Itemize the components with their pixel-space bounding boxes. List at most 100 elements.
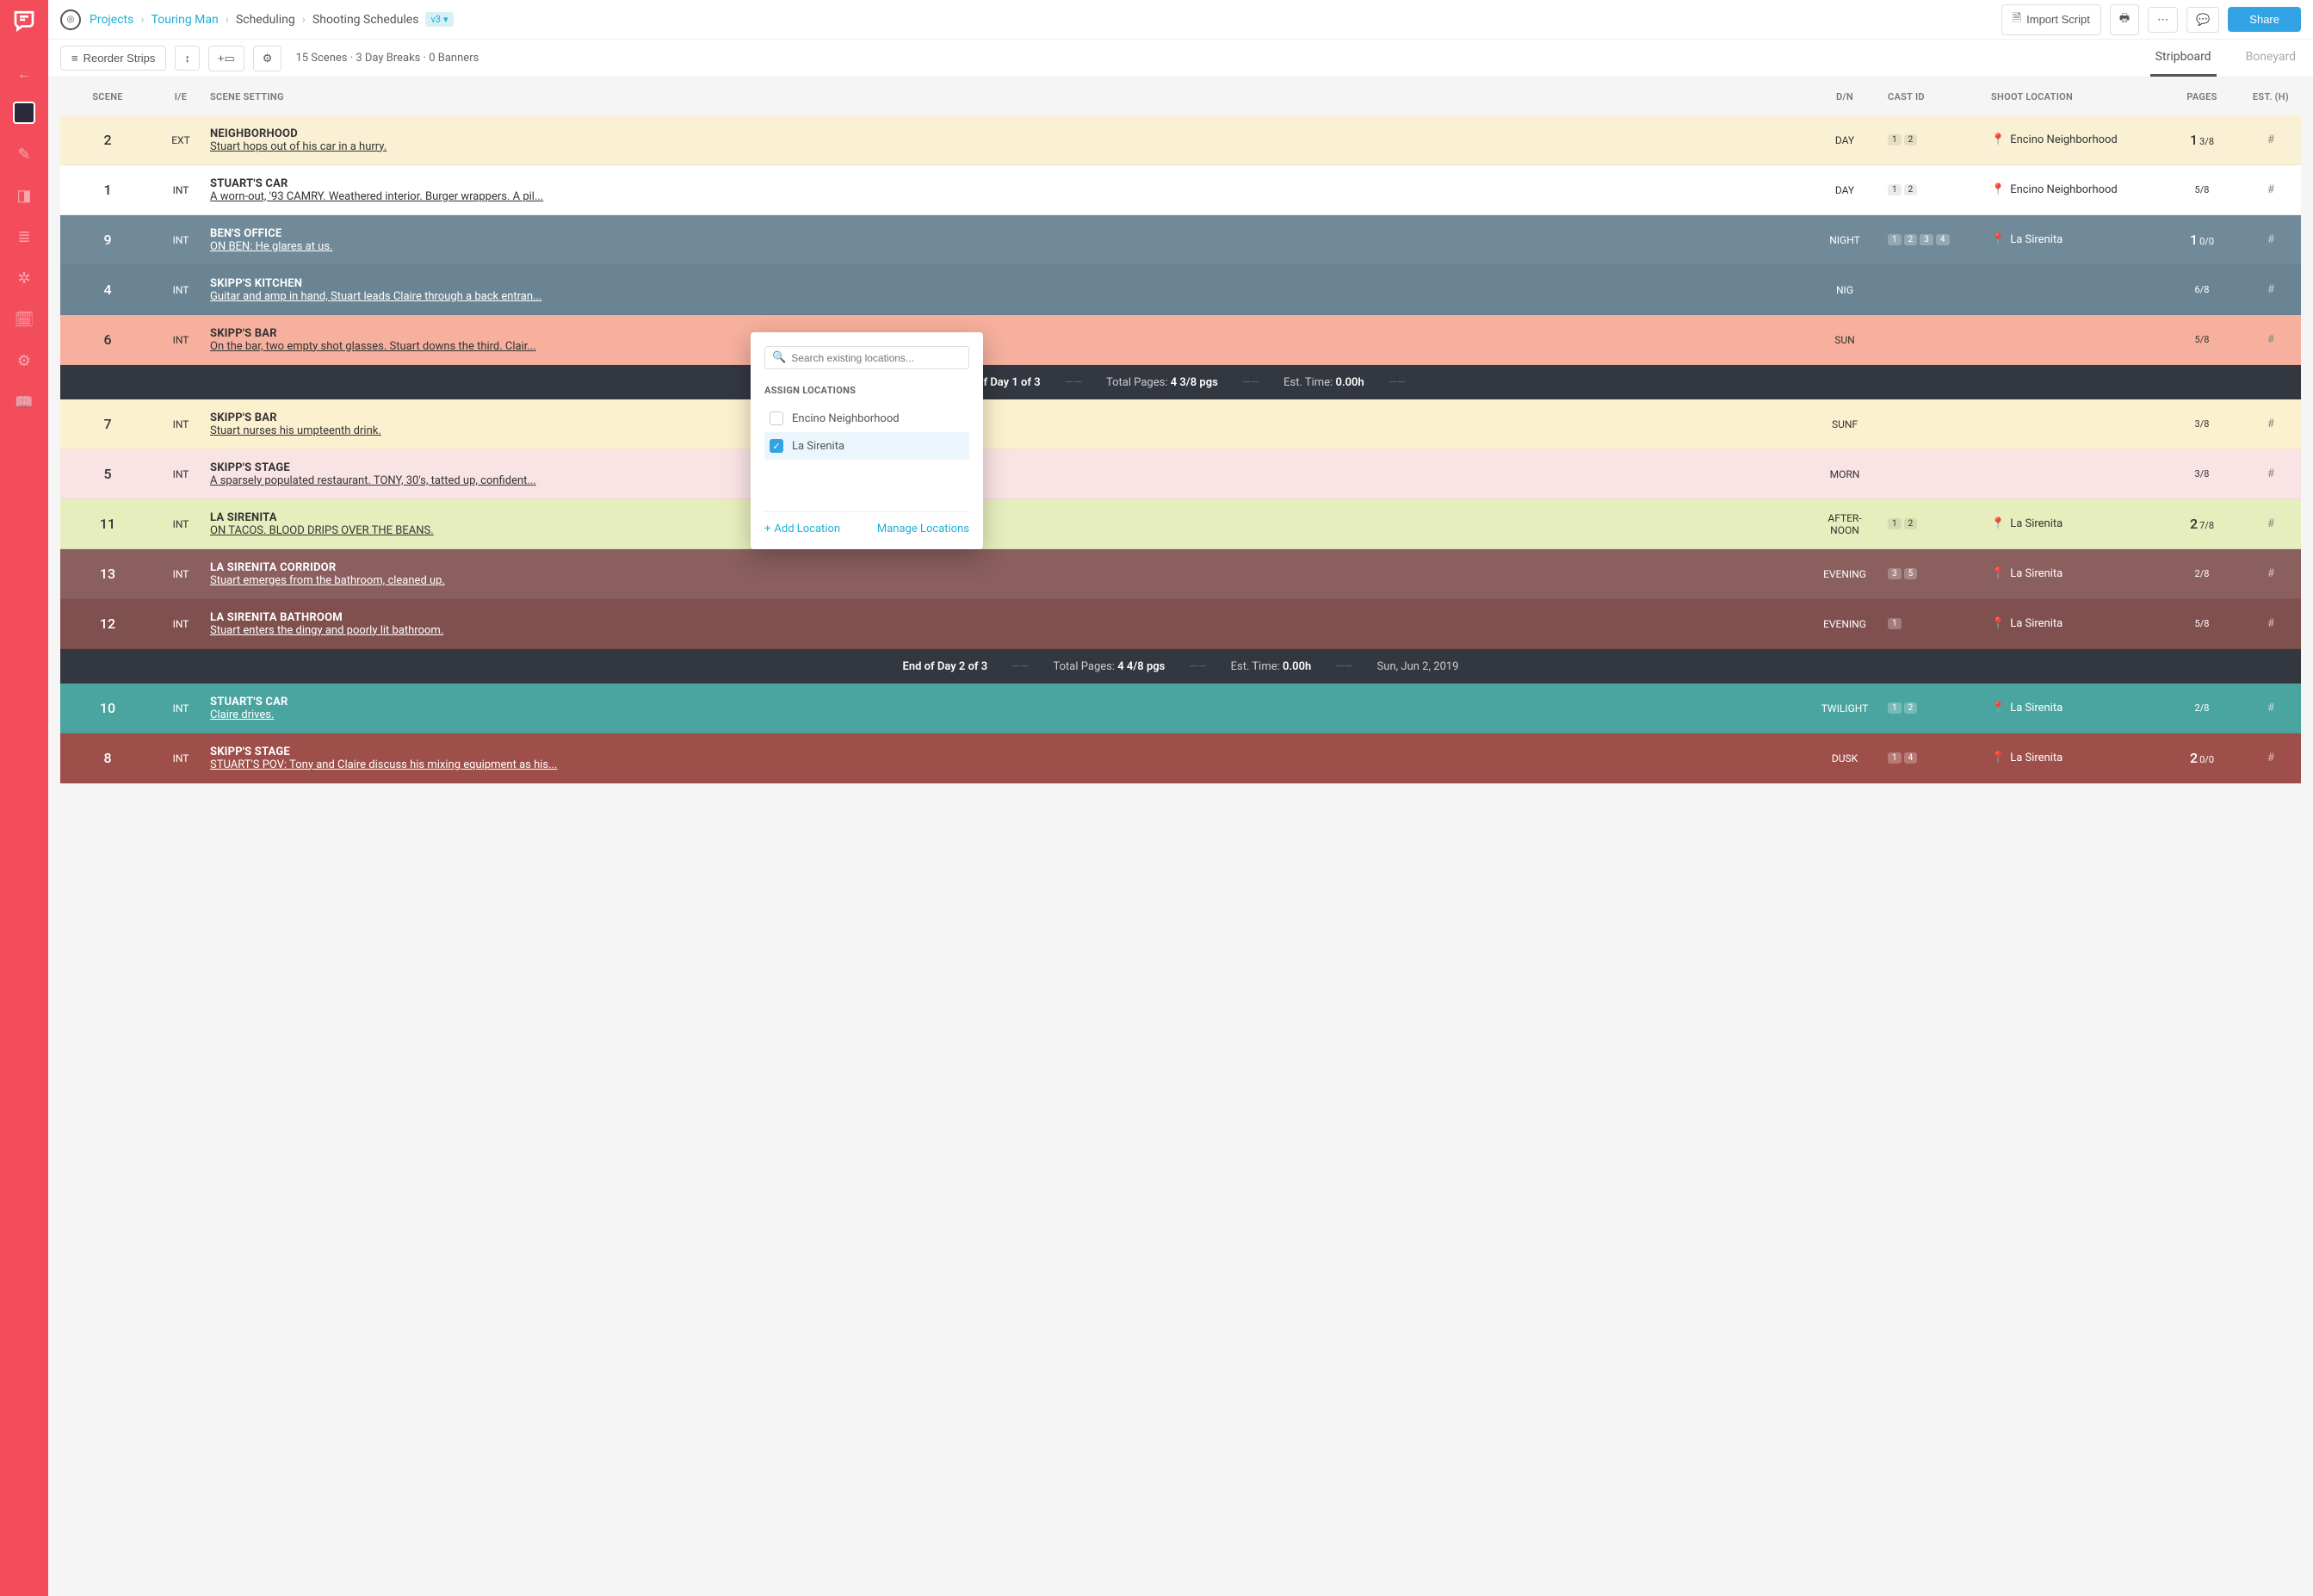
est-cell[interactable]: # bbox=[2241, 467, 2301, 480]
nav-edit-icon[interactable]: ✎ bbox=[13, 143, 35, 165]
reorder-strips-button[interactable]: ≡Reorder Strips bbox=[60, 46, 166, 71]
scene-description[interactable]: Claire drives. bbox=[210, 708, 1802, 721]
checkbox-unchecked[interactable] bbox=[770, 411, 783, 425]
nav-project-thumb[interactable] bbox=[13, 102, 35, 124]
est-cell[interactable]: # bbox=[2241, 233, 2301, 246]
cast-cell[interactable]: 12 bbox=[1888, 702, 1991, 714]
nav-sliders-icon[interactable]: ⚙ bbox=[13, 350, 35, 372]
est-cell[interactable]: # bbox=[2241, 752, 2301, 764]
sort-button[interactable]: ↕ bbox=[175, 46, 200, 71]
strip-row[interactable]: 1INTSTUART'S CARA worn-out, '93 CAMRY. W… bbox=[60, 165, 2301, 215]
nav-calendar-icon[interactable]: 🗓 bbox=[13, 308, 35, 331]
location-assign-popup: 🔍 ASSIGN LOCATIONS Encino Neighborhood ✓… bbox=[751, 332, 983, 549]
share-button[interactable]: Share bbox=[2228, 7, 2301, 32]
cast-chip: 1 bbox=[1888, 618, 1902, 629]
scene-description[interactable]: Stuart nurses his umpteenth drink. bbox=[210, 424, 1802, 437]
cast-cell[interactable]: 35 bbox=[1888, 568, 1991, 579]
location-search-field[interactable]: 🔍 bbox=[764, 346, 969, 369]
est-cell[interactable]: # bbox=[2241, 517, 2301, 530]
add-strip-button[interactable]: +▭ bbox=[208, 46, 244, 71]
nav-list-icon[interactable]: ≣ bbox=[13, 226, 35, 248]
scene-title: BEN'S OFFICE bbox=[210, 227, 1802, 240]
tab-stripboard[interactable]: Stripboard bbox=[2150, 40, 2217, 77]
breadcrumb-projects[interactable]: Projects bbox=[90, 13, 133, 27]
strip-row[interactable]: 12INTLA SIRENITA BATHROOMStuart enters t… bbox=[60, 599, 2301, 649]
strip-row[interactable]: 4INTSKIPP'S KITCHENGuitar and amp in han… bbox=[60, 265, 2301, 315]
location-cell[interactable]: 📍Encino Neighborhood bbox=[1991, 133, 2163, 146]
est-cell[interactable]: # bbox=[2241, 333, 2301, 346]
cast-chip: 2 bbox=[1904, 702, 1918, 714]
location-option-encino[interactable]: Encino Neighborhood bbox=[764, 405, 969, 432]
cast-cell[interactable]: 12 bbox=[1888, 518, 1991, 529]
strip-row[interactable]: 10INTSTUART'S CARClaire drives.TWILIGHT1… bbox=[60, 684, 2301, 733]
location-cell[interactable]: 📍La Sirenita bbox=[1991, 517, 2163, 530]
scene-number: 5 bbox=[60, 466, 155, 482]
settings-button[interactable]: ⚙ bbox=[253, 46, 282, 71]
version-dropdown[interactable]: v3▾ bbox=[425, 12, 453, 27]
manage-locations-link[interactable]: Manage Locations bbox=[877, 523, 969, 535]
print-button[interactable]: 🖶 bbox=[2110, 4, 2139, 35]
scene-description[interactable]: A worn-out, '93 CAMRY. Weathered interio… bbox=[210, 190, 1802, 203]
location-cell[interactable]: 📍La Sirenita bbox=[1991, 752, 2163, 764]
scene-description[interactable]: STUART'S POV: Tony and Claire discuss hi… bbox=[210, 758, 1802, 771]
location-cell[interactable]: 📍La Sirenita bbox=[1991, 233, 2163, 246]
scene-description[interactable]: Stuart enters the dingy and poorly lit b… bbox=[210, 624, 1802, 637]
cast-cell[interactable]: 12 bbox=[1888, 184, 1991, 195]
scene-description[interactable]: A sparsely populated restaurant. TONY, 3… bbox=[210, 474, 1802, 487]
nav-panels-icon[interactable]: ◨ bbox=[13, 184, 35, 207]
scene-title: STUART'S CAR bbox=[210, 177, 1802, 190]
int-ext: INT bbox=[155, 234, 207, 246]
cast-chip: 1 bbox=[1888, 134, 1902, 145]
chat-button[interactable]: 💬 bbox=[2186, 7, 2219, 33]
est-cell[interactable]: # bbox=[2241, 183, 2301, 196]
est-cell[interactable]: # bbox=[2241, 702, 2301, 714]
strip-row[interactable]: 8INTSKIPP'S STAGESTUART'S POV: Tony and … bbox=[60, 733, 2301, 783]
scene-description[interactable]: Stuart hops out of his car in a hurry. bbox=[210, 140, 1802, 153]
scene-description[interactable]: Guitar and amp in hand, Stuart leads Cla… bbox=[210, 290, 1802, 303]
day-night: DAY bbox=[1802, 134, 1888, 146]
more-button[interactable]: ⋯ bbox=[2148, 7, 2178, 33]
location-name: La Sirenita bbox=[2010, 702, 2063, 714]
plus-icon: + bbox=[764, 523, 770, 535]
location-cell[interactable]: 📍La Sirenita bbox=[1991, 567, 2163, 580]
location-search-input[interactable] bbox=[791, 352, 962, 364]
strip-row[interactable]: 7INTSKIPP'S BARStuart nurses his umpteen… bbox=[60, 399, 2301, 449]
cast-cell[interactable]: 12 bbox=[1888, 134, 1991, 145]
location-cell[interactable]: 📍Encino Neighborhood bbox=[1991, 183, 2163, 196]
cast-cell[interactable]: 1 bbox=[1888, 618, 1991, 629]
strip-row[interactable]: 13INTLA SIRENITA CORRIDORStuart emerges … bbox=[60, 549, 2301, 599]
scene-description[interactable]: Stuart emerges from the bathroom, cleane… bbox=[210, 574, 1802, 587]
strip-row[interactable]: 2EXTNEIGHBORHOODStuart hops out of his c… bbox=[60, 115, 2301, 165]
pages-cell: 27/8 bbox=[2163, 516, 2241, 532]
est-cell[interactable]: # bbox=[2241, 617, 2301, 630]
cast-cell[interactable]: 1234 bbox=[1888, 234, 1991, 245]
scene-description[interactable]: ON BEN: He glares at us. bbox=[210, 240, 1802, 253]
scene-description[interactable]: ON TACOS. BLOOD DRIPS OVER THE BEANS. bbox=[210, 524, 1802, 537]
nav-breakdown-icon[interactable]: ✲ bbox=[13, 267, 35, 289]
cast-cell[interactable]: 14 bbox=[1888, 752, 1991, 764]
import-script-button[interactable]: 🗎Import Script bbox=[2001, 4, 2101, 35]
strip-row[interactable]: 11INTLA SIRENITAON TACOS. BLOOD DRIPS OV… bbox=[60, 499, 2301, 549]
cast-chip: 1 bbox=[1888, 702, 1902, 714]
scene-description[interactable]: On the bar, two empty shot glasses. Stua… bbox=[210, 340, 1802, 353]
collapse-icon[interactable]: ← bbox=[17, 65, 31, 83]
strip-row[interactable]: 5INTSKIPP'S STAGEA sparsely populated re… bbox=[60, 449, 2301, 499]
location-option-la-sirenita[interactable]: ✓ La Sirenita bbox=[764, 432, 969, 460]
est-cell[interactable]: # bbox=[2241, 567, 2301, 580]
est-cell[interactable]: # bbox=[2241, 283, 2301, 296]
add-location-link[interactable]: +Add Location bbox=[764, 523, 840, 535]
tab-boneyard[interactable]: Boneyard bbox=[2241, 40, 2301, 77]
location-cell[interactable]: 📍La Sirenita bbox=[1991, 702, 2163, 714]
checkbox-checked[interactable]: ✓ bbox=[770, 439, 783, 453]
day-break-1[interactable]: End of Day 1 of 3 —— Total Pages: 4 3/8 … bbox=[60, 365, 2301, 399]
est-cell[interactable]: # bbox=[2241, 133, 2301, 146]
app-logo[interactable] bbox=[0, 0, 48, 40]
nav-book-icon[interactable]: 📖 bbox=[13, 391, 35, 413]
location-cell[interactable]: 📍La Sirenita bbox=[1991, 617, 2163, 630]
est-cell[interactable]: # bbox=[2241, 418, 2301, 430]
scene-number: 10 bbox=[60, 700, 155, 716]
strip-row[interactable]: 9INTBEN'S OFFICEON BEN: He glares at us.… bbox=[60, 215, 2301, 265]
day-break-2[interactable]: End of Day 2 of 3 —— Total Pages: 4 4/8 … bbox=[60, 649, 2301, 684]
breadcrumb-project[interactable]: Touring Man bbox=[152, 13, 219, 27]
strip-row[interactable]: 6INTSKIPP'S BAROn the bar, two empty sho… bbox=[60, 315, 2301, 365]
